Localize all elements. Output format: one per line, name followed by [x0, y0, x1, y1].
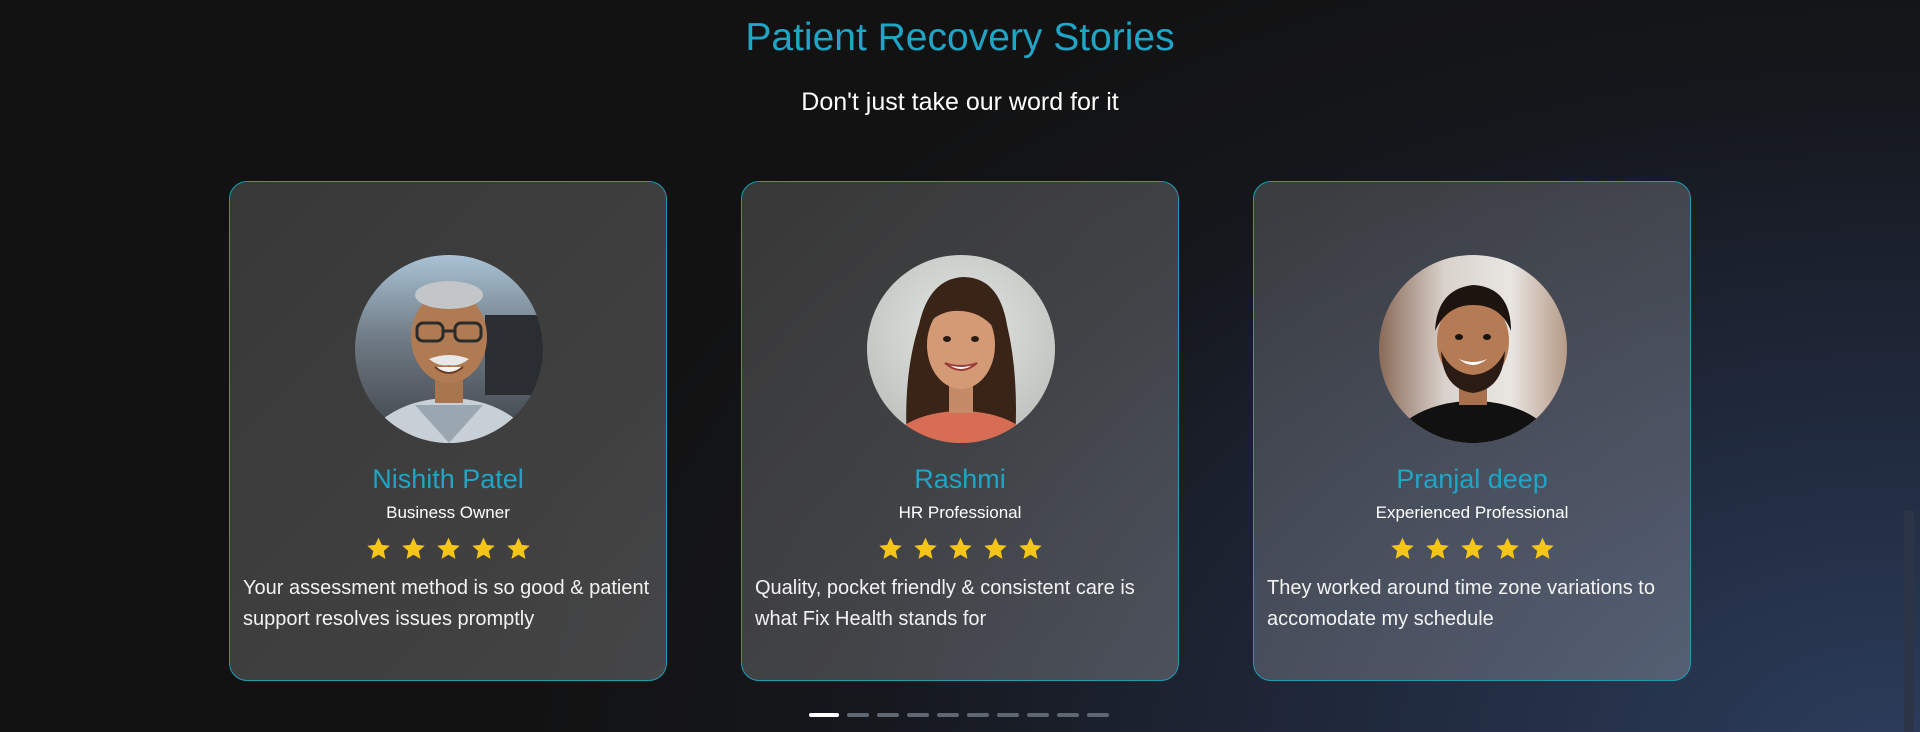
testimonial-name: Rashmi [914, 464, 1006, 494]
avatar [355, 255, 543, 443]
star-icon [506, 537, 530, 559]
testimonial-quote: They worked around time zone variations … [1267, 577, 1655, 630]
carousel-dot-9[interactable] [1057, 713, 1079, 717]
star-icon [1495, 537, 1519, 559]
carousel-pagination [809, 713, 1109, 717]
carousel-dot-10[interactable] [1087, 713, 1109, 717]
star-icon [1390, 537, 1414, 559]
testimonial-card: Rashmi HR Professional Quality, pocket f… [741, 181, 1179, 681]
star-icon [1460, 537, 1484, 559]
avatar [1379, 255, 1567, 443]
testimonial-quote: Quality, pocket friendly & consistent ca… [755, 577, 1135, 630]
star-icon [1425, 537, 1449, 559]
star-icon [948, 537, 972, 559]
star-icon [878, 537, 902, 559]
testimonial-name: Nishith Patel [372, 464, 524, 494]
rating-stars [1254, 536, 1690, 561]
carousel-dot-2[interactable] [847, 713, 869, 717]
avatar [867, 255, 1055, 443]
carousel-dot-8[interactable] [1027, 713, 1049, 717]
testimonial-name: Pranjal deep [1396, 464, 1548, 494]
star-icon [471, 537, 495, 559]
rating-stars [230, 536, 666, 561]
rating-stars [742, 536, 1178, 561]
carousel-dot-1[interactable] [809, 713, 839, 717]
testimonial-role: HR Professional [898, 503, 1022, 522]
testimonial-role: Experienced Professional [1375, 503, 1569, 522]
carousel-dot-6[interactable] [967, 713, 989, 717]
star-icon [983, 537, 1007, 559]
carousel-dot-7[interactable] [997, 713, 1019, 717]
star-icon [1018, 537, 1042, 559]
carousel-dot-5[interactable] [937, 713, 959, 717]
scrollbar-thumb[interactable] [1904, 510, 1914, 732]
testimonial-card: Nishith Patel Business Owner Your assess… [229, 181, 667, 681]
section-subtitle: Don't just take our word for it [801, 88, 1119, 116]
star-icon [1530, 537, 1554, 559]
testimonial-card: Pranjal deep Experienced Professional Th… [1253, 181, 1691, 681]
carousel-dot-3[interactable] [877, 713, 899, 717]
star-icon [436, 537, 460, 559]
star-icon [366, 537, 390, 559]
section-title: Patient Recovery Stories [745, 16, 1175, 59]
star-icon [401, 537, 425, 559]
carousel-dot-4[interactable] [907, 713, 929, 717]
star-icon [913, 537, 937, 559]
testimonial-quote: Your assessment method is so good & pati… [243, 577, 650, 630]
testimonial-role: Business Owner [386, 503, 510, 522]
